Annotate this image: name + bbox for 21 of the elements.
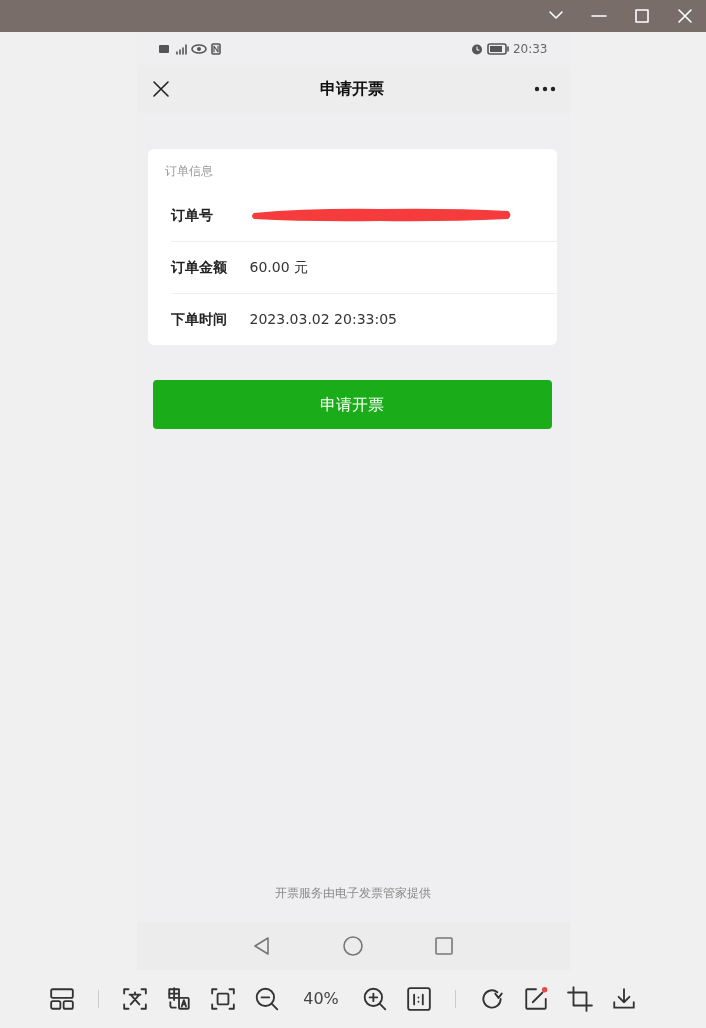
maximize-icon[interactable]	[633, 7, 651, 25]
status-time: 20:33	[512, 40, 548, 58]
eye-icon	[190, 43, 207, 54]
battery-icon	[486, 42, 509, 55]
nfc-icon	[210, 42, 221, 55]
more-icon[interactable]	[533, 86, 556, 92]
field-label: 下单时间	[170, 310, 228, 329]
field-label: 订单金额	[170, 258, 228, 277]
home-icon[interactable]	[342, 935, 364, 957]
zoom-level: 40%	[302, 988, 340, 1010]
apply-invoice-button[interactable]: 申请开票	[152, 380, 552, 429]
back-icon[interactable]	[252, 936, 272, 956]
field-value: 60.00 元	[249, 258, 309, 277]
field-label: 订单号	[170, 205, 214, 225]
close-icon[interactable]	[150, 79, 171, 99]
footer-note: 开票服务由电子发票管家提供	[275, 886, 431, 900]
recents-icon[interactable]	[434, 936, 454, 956]
page-title: 申请开票	[320, 78, 384, 100]
card-title: 订单信息	[164, 164, 213, 178]
alarm-icon	[470, 42, 483, 55]
field-value: 2023.03.02 20:33:05	[249, 310, 397, 329]
